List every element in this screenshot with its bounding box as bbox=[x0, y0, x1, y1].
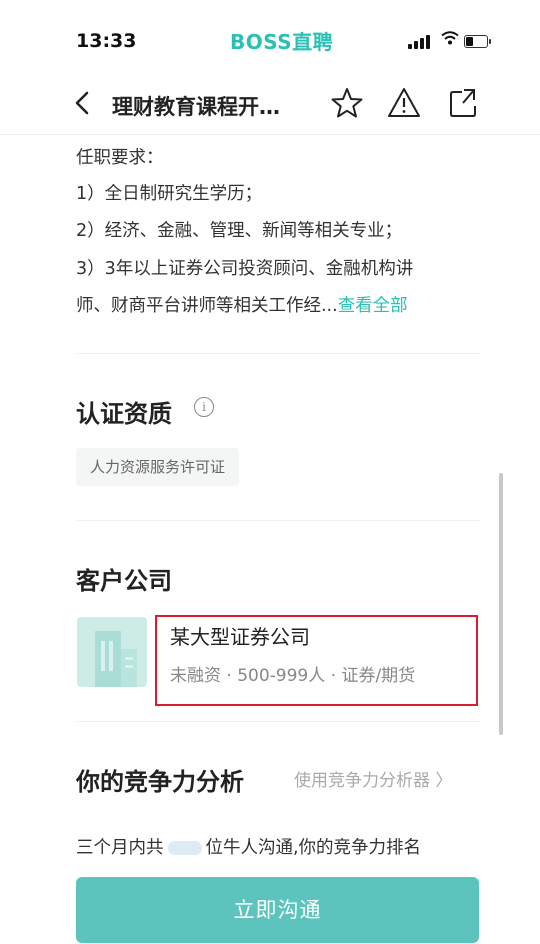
competitiveness-title: 你的竞争力分析 bbox=[76, 768, 244, 796]
sentence-suffix: 位牛人沟通,你的竞争力排名 bbox=[205, 838, 422, 858]
blurred-count bbox=[167, 841, 202, 855]
battery-icon bbox=[464, 35, 491, 48]
highlight-box bbox=[155, 615, 478, 706]
requirement-line-3: 3）3年以上证券公司投资顾问、金融机构讲 bbox=[76, 259, 414, 279]
status-bar: 13:33 BOSS直聘 bbox=[0, 0, 540, 82]
info-icon[interactable]: i bbox=[194, 397, 214, 417]
competitiveness-sentence: 三个月内共 位牛人沟通,你的竞争力排名 bbox=[76, 834, 421, 859]
view-all-link[interactable]: 查看全部 bbox=[338, 296, 408, 316]
scrollbar[interactable] bbox=[499, 473, 503, 735]
contact-now-button[interactable]: 立即沟通 bbox=[76, 877, 479, 943]
client-company-title: 客户公司 bbox=[76, 567, 172, 595]
requirements-heading: 任职要求： bbox=[76, 148, 164, 168]
page-title: 理财教育课程开… bbox=[112, 95, 280, 119]
back-chevron-icon[interactable] bbox=[74, 90, 90, 121]
requirement-line-4: 师、财商平台讲师等相关工作经...查看全部 bbox=[76, 292, 408, 317]
app-brand: BOSS直聘 bbox=[230, 30, 334, 54]
favorite-star-icon[interactable] bbox=[330, 86, 364, 120]
requirement-line-4-text: 师、财商平台讲师等相关工作经... bbox=[76, 296, 338, 316]
report-warning-icon[interactable] bbox=[387, 86, 421, 120]
company-logo-building-icon[interactable] bbox=[77, 617, 147, 687]
navigation-bar: 理财教育课程开… bbox=[0, 72, 540, 135]
section-divider bbox=[76, 520, 479, 521]
certification-tag: 人力资源服务许可证 bbox=[76, 448, 240, 486]
section-divider bbox=[76, 353, 479, 354]
competitiveness-analyzer-link[interactable]: 使用竞争力分析器 〉 bbox=[294, 766, 452, 791]
requirement-line-2: 2）经济、金融、管理、新闻等相关专业； bbox=[76, 221, 403, 241]
certification-title: 认证资质 bbox=[76, 400, 172, 428]
cellular-signal-icon bbox=[408, 33, 434, 49]
status-time: 13:33 bbox=[76, 30, 137, 52]
share-icon[interactable] bbox=[446, 86, 480, 120]
wifi-icon bbox=[441, 31, 459, 49]
requirement-line-1: 1）全日制研究生学历； bbox=[76, 184, 263, 204]
sentence-prefix: 三个月内共 bbox=[76, 838, 164, 858]
section-divider bbox=[76, 721, 479, 722]
